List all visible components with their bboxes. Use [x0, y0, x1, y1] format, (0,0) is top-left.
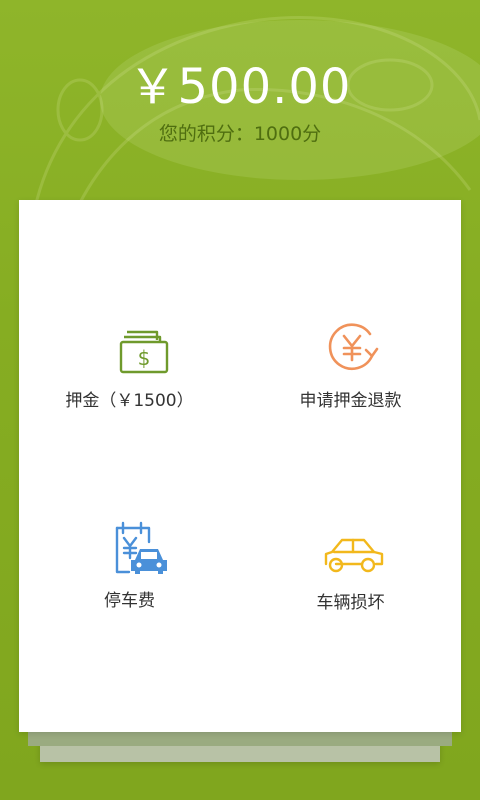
- menu-item-deposit-refund[interactable]: 申请押金退款: [240, 200, 461, 466]
- menu-item-parking-fee[interactable]: 停车费: [19, 466, 240, 732]
- car-damage-icon: [324, 538, 384, 573]
- wallet-header: ￥500.00 您的积分：1000分: [0, 55, 480, 149]
- deposit-label: 押金（￥1500）: [65, 391, 194, 411]
- points-text: 您的积分：1000分: [158, 123, 322, 145]
- wallet-menu-card: $ 押金（￥1500） 申请押金退款 停车费 车辆损坏: [19, 200, 461, 732]
- yuan-refund-icon: [328, 323, 379, 370]
- menu-item-car-damage[interactable]: 车辆损坏: [240, 466, 461, 732]
- refund-label: 申请押金退款: [299, 391, 402, 411]
- balance-amount: ￥500.00: [128, 59, 352, 115]
- car-damage-label: 车辆损坏: [316, 593, 385, 613]
- menu-item-deposit[interactable]: $ 押金（￥1500）: [19, 200, 240, 466]
- svg-text:$: $: [138, 346, 151, 370]
- money-stack-icon: $: [119, 330, 169, 374]
- parking-fee-icon: [115, 521, 167, 574]
- parking-fee-label: 停车费: [104, 591, 155, 611]
